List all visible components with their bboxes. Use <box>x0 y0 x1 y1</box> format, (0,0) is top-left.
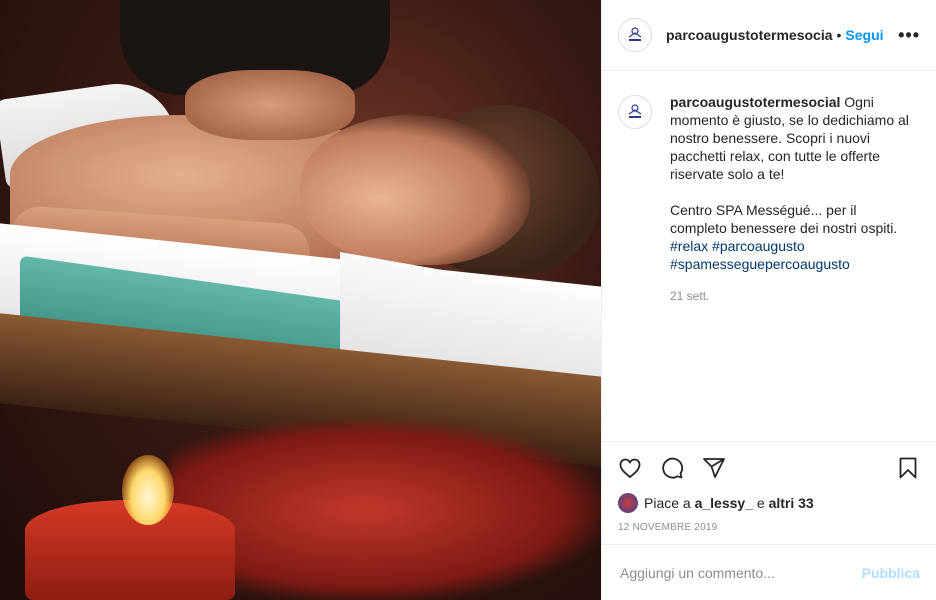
comments-area: parcoaugustotermesocial Ogni momento è g… <box>602 71 936 441</box>
post-header: parcoaugustotermesocia • Segui ••• <box>602 0 936 71</box>
photo-hands <box>185 70 355 140</box>
comment-input[interactable] <box>618 563 862 582</box>
likes-row: Piace a a_lessy_ e altri 33 <box>618 488 920 518</box>
header-username[interactable]: parcoaugustotermesocia <box>666 27 833 43</box>
share-icon[interactable] <box>702 456 726 480</box>
instagram-post: parcoaugustotermesocia • Segui ••• parco… <box>0 0 936 600</box>
likes-middle: e <box>756 495 765 511</box>
logo-icon <box>628 27 642 41</box>
add-comment-bar: Pubblica <box>602 544 936 600</box>
separator-dot: • <box>836 27 842 43</box>
caption-text-2: Centro SPA Mességué... per il completo b… <box>670 202 898 236</box>
more-options-icon[interactable]: ••• <box>898 25 920 46</box>
bookmark-icon[interactable] <box>896 456 920 480</box>
liker-avatar[interactable] <box>618 493 638 513</box>
post-actions: Piace a a_lessy_ e altri 33 12 NOVEMBRE … <box>602 441 936 544</box>
caption-time[interactable]: 21 sett. <box>670 287 915 305</box>
liker-username[interactable]: a_lessy_ <box>695 495 753 511</box>
post-photo[interactable] <box>0 0 601 600</box>
hashtag-relax[interactable]: #relax <box>670 238 708 254</box>
likes-prefix: Piace a <box>644 495 691 511</box>
logo-icon <box>628 104 642 118</box>
avatar[interactable] <box>618 18 652 52</box>
hashtag-parcoaugusto[interactable]: #parcoaugusto <box>712 238 805 254</box>
post-date[interactable]: 12 NOVEMBRE 2019 <box>618 522 920 544</box>
post-side-panel: parcoaugustotermesocia • Segui ••• parco… <box>601 0 936 600</box>
caption-username[interactable]: parcoaugustotermesocial <box>670 94 840 110</box>
post-caption: parcoaugustotermesocial Ogni momento è g… <box>670 93 915 441</box>
publish-button[interactable]: Pubblica <box>862 565 920 581</box>
action-icons <box>618 448 920 488</box>
heart-icon[interactable] <box>618 456 642 480</box>
caption-avatar[interactable] <box>618 95 652 129</box>
photo-flame <box>122 455 174 525</box>
hashtag-spamessegue[interactable]: #spamesseguepercoaugusto <box>670 256 850 272</box>
comment-icon[interactable] <box>660 456 684 480</box>
likes-others[interactable]: altri 33 <box>769 495 814 511</box>
follow-button[interactable]: Segui <box>845 27 883 43</box>
